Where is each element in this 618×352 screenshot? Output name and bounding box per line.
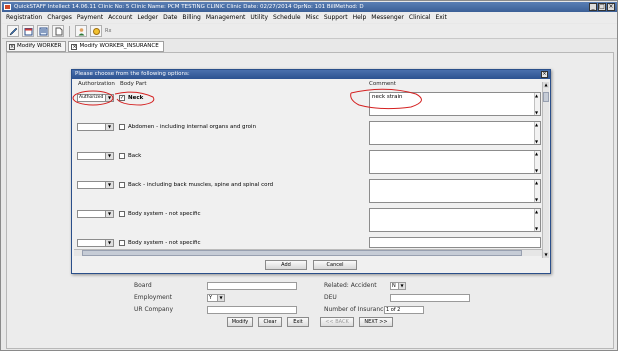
application-window: QuickSTAFF Intellect 14.06.11 Clinic No:… [0,0,618,351]
red-annotation-marks [72,88,422,110]
